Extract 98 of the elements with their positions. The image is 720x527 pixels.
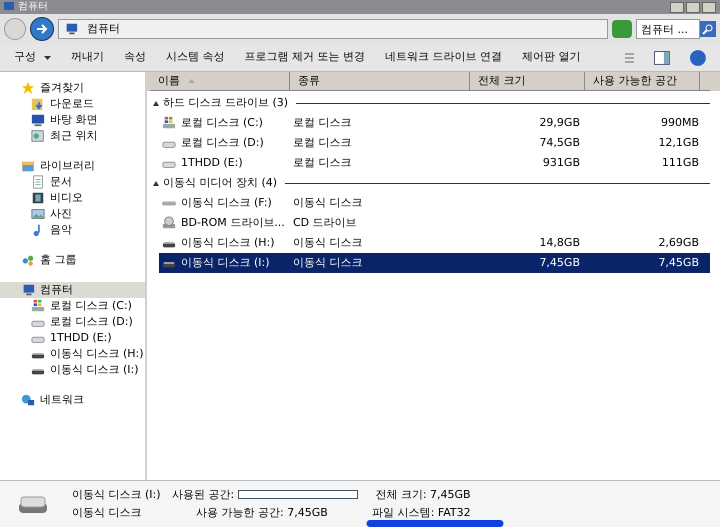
nav-item[interactable]: 라이브러리 — [0, 158, 145, 174]
toolbar-button[interactable]: 꺼내기 — [71, 49, 104, 66]
column-header[interactable]: 전체 크기 — [470, 72, 585, 91]
nav-item[interactable]: 이동식 디스크 (H:) — [0, 346, 145, 362]
toolbar-button[interactable]: 시스템 속성 — [166, 49, 224, 66]
group-header[interactable]: 하드 디스크 드라이브 (3) — [163, 94, 288, 112]
help-icon[interactable] — [690, 50, 706, 66]
nav-item[interactable]: 컴퓨터 — [0, 282, 145, 298]
nav-item[interactable]: 홈 그룹 — [0, 252, 145, 268]
refresh-button[interactable] — [612, 20, 632, 38]
nav-item[interactable]: 네트워크 — [0, 392, 145, 408]
drive-name: 로컬 디스크 (D:) — [181, 134, 264, 151]
drive-type: 로컬 디스크 — [293, 154, 352, 171]
network-icon — [20, 393, 36, 407]
drive-row[interactable]: 로컬 디스크 (D:) 로컬 디스크 74,5GB 12,1GB — [159, 133, 710, 153]
arrow-right-icon — [36, 23, 48, 35]
minimize-button[interactable] — [670, 2, 684, 12]
toolbar-button[interactable]: 프로그램 제거 또는 변경 — [244, 49, 365, 66]
toolbar-button[interactable]: 속성 — [124, 49, 146, 66]
sort-arrow-icon — [188, 79, 195, 83]
forward-button[interactable] — [30, 17, 54, 41]
column-header[interactable]: 이름 — [150, 72, 290, 91]
drive-name: 이동식 디스크 (I:) — [72, 486, 162, 502]
free-space: 2,69GB — [658, 234, 699, 251]
preview-pane-icon[interactable] — [654, 50, 670, 64]
nav-item[interactable]: 이동식 디스크 (I:) — [0, 362, 145, 378]
nav-item[interactable]: 바탕 화면 — [0, 112, 145, 128]
drive-type: 이동식 디스크 — [293, 234, 364, 251]
free-space: 7,45GB — [658, 254, 699, 271]
total-size: 29,9GB — [539, 114, 580, 131]
group-header[interactable]: 이동식 미디어 장치 (4) — [163, 174, 278, 192]
recent-icon — [30, 129, 46, 143]
drive-row[interactable]: 이동식 디스크 (F:) 이동식 디스크 — [159, 193, 710, 213]
nav-item[interactable]: 즐겨찾기 — [0, 80, 145, 96]
nav-item[interactable]: 1THDD (E:) — [0, 330, 145, 346]
nav-item[interactable]: 음악 — [0, 222, 145, 238]
toolbar-button[interactable]: 네트워크 드라이브 연결 — [385, 49, 502, 66]
total-size: 14,8GB — [539, 234, 580, 251]
nav-item[interactable]: 최근 위치 — [0, 128, 145, 144]
address-path: 컴퓨터 — [87, 20, 120, 37]
drive-type: 이동식 디스크 — [293, 254, 364, 271]
nav-item[interactable]: 다운로드 — [0, 96, 145, 112]
film-icon — [30, 191, 46, 205]
total-size: 74,5GB — [539, 134, 580, 151]
system-drive-icon — [30, 299, 46, 313]
drive-row[interactable]: 이동식 디스크 (I:) 이동식 디스크 7,45GB 7,45GB — [159, 253, 710, 273]
nav-item[interactable]: 로컬 디스크 (D:) — [0, 314, 145, 330]
drive-type: 로컬 디스크 — [293, 114, 352, 131]
column-header[interactable]: 종류 — [290, 72, 470, 91]
file-system: 파일 시스템: FAT32 — [372, 505, 471, 521]
drive-type: 이동식 디스크 — [72, 505, 142, 521]
caret-icon — [44, 56, 51, 60]
close-button[interactable] — [702, 2, 716, 12]
total-size: 전체 크기: 7,45GB — [375, 486, 471, 502]
used-space-label: 사용된 공간: — [172, 486, 234, 502]
free-space: 111GB — [662, 154, 699, 171]
maximize-button[interactable] — [686, 2, 700, 12]
window-title: 컴퓨터 — [18, 1, 48, 13]
drive-type: CD 드라이브 — [293, 214, 358, 231]
nav-item[interactable]: 사진 — [0, 206, 145, 222]
drive-name: 이동식 디스크 (H:) — [181, 234, 275, 251]
star-icon — [20, 81, 36, 95]
nav-item[interactable]: 문서 — [0, 174, 145, 190]
picture-icon — [30, 207, 46, 221]
search-icon[interactable] — [700, 21, 716, 37]
drive-row[interactable]: 이동식 디스크 (H:) 이동식 디스크 14,8GB 2,69GB — [159, 233, 710, 253]
toolbar-button[interactable]: 제어판 열기 — [522, 49, 580, 66]
nav-item[interactable]: 로컬 디스크 (C:) — [0, 298, 145, 314]
people-icon — [20, 253, 36, 267]
computer-icon — [4, 2, 14, 12]
free-space: 990MB — [660, 114, 699, 131]
search-field[interactable]: 컴퓨터 ... — [636, 19, 700, 39]
drive-row[interactable]: 로컬 디스크 (C:) 로컬 디스크 29,9GB 990MB — [159, 113, 710, 133]
column-header[interactable]: 사용 가능한 공간 — [585, 72, 700, 91]
collapse-arrow-icon[interactable] — [153, 100, 159, 106]
drive-type: 로컬 디스크 — [293, 134, 352, 151]
drive-name: 이동식 디스크 (I:) — [181, 254, 270, 271]
collapse-arrow-icon[interactable] — [153, 180, 159, 186]
drive-name: BD-ROM 드라이브... — [181, 214, 285, 231]
drive-name: 1THDD (E:) — [181, 154, 243, 171]
free-space: 사용 가능한 공간: 7,45GB — [195, 505, 328, 521]
optical-drive-icon — [161, 216, 177, 230]
removable-drive-icon — [161, 200, 177, 206]
drive-name: 로컬 디스크 (C:) — [181, 114, 263, 131]
address-field[interactable]: 컴퓨터 — [58, 19, 608, 39]
drive-name: 이동식 디스크 (F:) — [181, 194, 272, 211]
drive-type: 이동식 디스크 — [293, 194, 364, 211]
total-size: 931GB — [542, 154, 580, 171]
system-drive-icon — [161, 116, 177, 130]
drive-row[interactable]: 1THDD (E:) 로컬 디스크 931GB 111GB — [159, 153, 710, 173]
total-size: 7,45GB — [539, 254, 580, 271]
toolbar-button[interactable]: 구성 — [14, 49, 51, 66]
document-icon — [30, 175, 46, 189]
drive-row[interactable]: BD-ROM 드라이브... CD 드라이브 — [159, 213, 710, 233]
monitor-icon — [30, 113, 46, 127]
free-space: 12,1GB — [658, 134, 699, 151]
folder-icon — [20, 159, 36, 173]
nav-item[interactable]: 비디오 — [0, 190, 145, 206]
